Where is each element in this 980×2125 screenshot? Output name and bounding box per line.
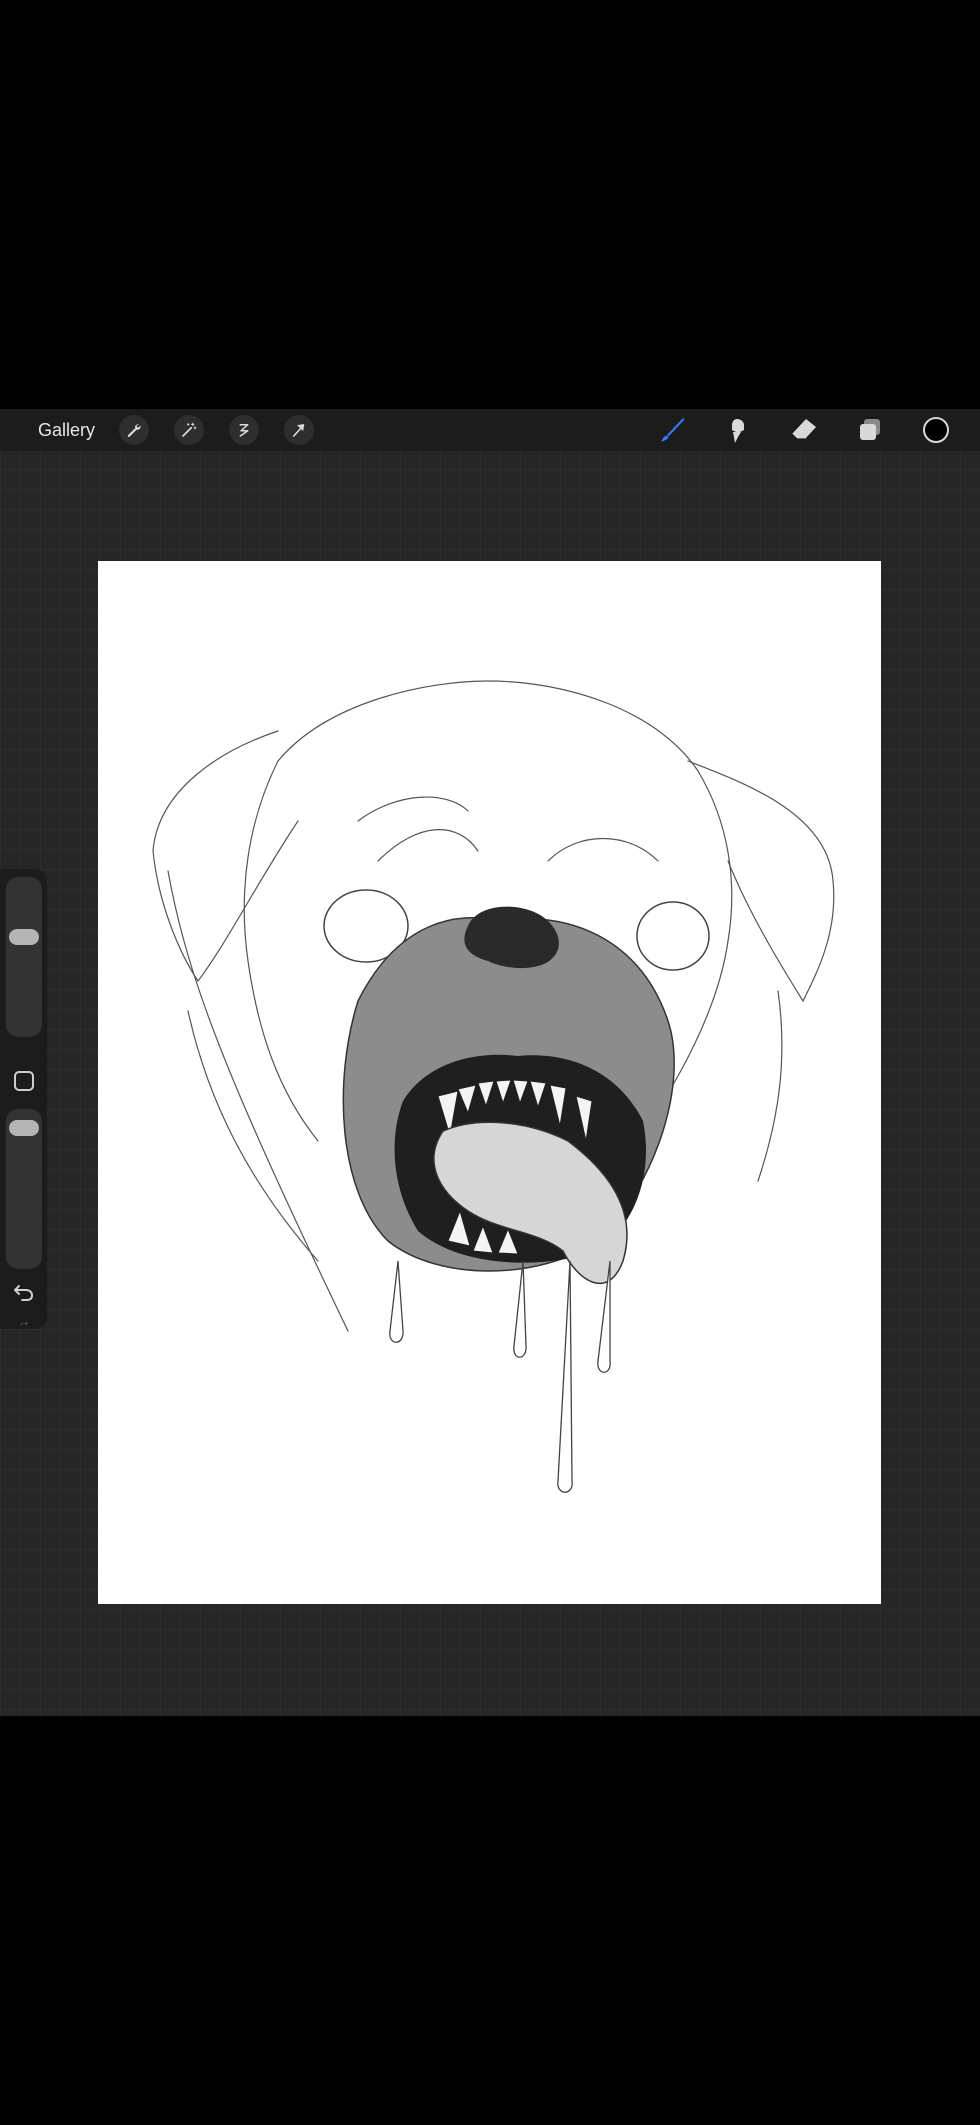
layers-button[interactable] [850,410,890,450]
layers-icon [860,419,880,440]
drawing-canvas[interactable] [98,561,881,1604]
gallery-button[interactable]: Gallery [38,420,95,441]
top-toolbar: Gallery [0,409,980,451]
selection-button[interactable] [229,415,260,445]
brush-tool-button[interactable] [652,410,692,450]
transform-arrow-icon [292,424,305,437]
brush-size-thumb[interactable] [9,928,39,945]
actions-button[interactable] [119,415,150,445]
brush-icon [661,418,685,442]
redo-icon[interactable] [11,1319,37,1329]
opacity-thumb[interactable] [9,1119,39,1136]
opacity-slider[interactable] [6,1109,42,1269]
transform-button[interactable] [284,415,315,445]
magic-wand-icon [182,422,197,437]
eraser-tool-button[interactable] [784,410,824,450]
left-sidebar [0,869,47,1329]
modify-square-icon[interactable] [14,1071,34,1091]
selection-icon [239,424,249,437]
eraser-icon [791,419,816,440]
brush-size-slider[interactable] [6,877,42,1037]
undo-icon[interactable] [11,1279,37,1305]
wrench-icon [127,424,141,437]
smudge-tool-button[interactable] [718,410,758,450]
adjustments-button[interactable] [174,415,205,445]
procreate-app: Gallery [0,409,980,1716]
active-color-swatch [923,417,949,443]
color-button[interactable] [916,410,956,450]
pug-sketch-artwork [152,680,835,1493]
smudge-icon [732,419,744,443]
